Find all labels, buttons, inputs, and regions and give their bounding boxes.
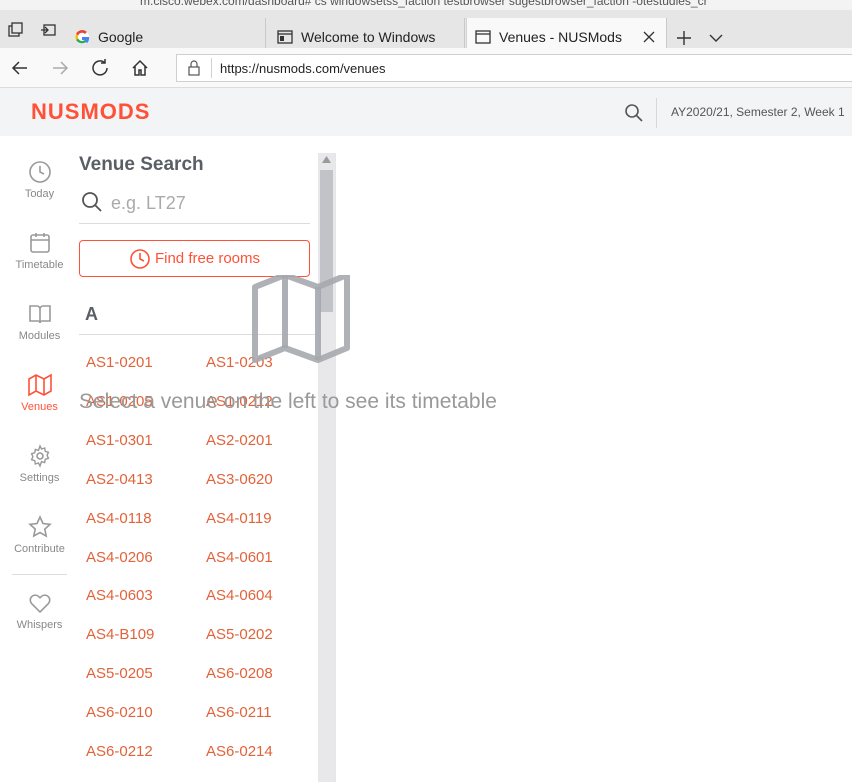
window-top-strip: m.cisco.webex.com/dashboard# cs windowse…	[0, 0, 852, 10]
url-text[interactable]: https://nusmods.com/venues	[220, 61, 385, 76]
venue-search-input[interactable]	[111, 190, 301, 216]
venue-link[interactable]: AS6-0210	[86, 704, 153, 721]
tab-label: Welcome to Windows	[301, 29, 436, 45]
nav-item-whispers[interactable]: Whispers	[0, 591, 79, 631]
calendar-icon	[29, 233, 50, 253]
venue-link[interactable]: AS4-0119	[206, 510, 272, 527]
close-icon[interactable]	[642, 30, 656, 44]
nav-item-contribute[interactable]: Contribute	[0, 515, 79, 555]
site-header: NUSMODS AY2020/21, Semester 2, Week 1	[0, 88, 852, 136]
url-box[interactable]: https://nusmods.com/venues	[176, 54, 852, 82]
refresh-icon[interactable]	[90, 58, 110, 78]
venue-group-letter: A	[85, 304, 98, 324]
search-icon[interactable]	[624, 103, 644, 123]
clock-icon	[28, 161, 51, 183]
tab-actions-icon[interactable]	[8, 22, 24, 38]
header-divider	[656, 98, 657, 128]
nav-label: Modules	[18, 330, 61, 342]
map-icon	[27, 373, 52, 397]
window-icon	[475, 30, 491, 44]
chevron-down-icon[interactable]	[708, 30, 724, 46]
search-icon	[82, 192, 102, 212]
venue-link[interactable]: AS6-0208	[206, 665, 273, 682]
nusmods-logo[interactable]: NUSMODS	[31, 99, 150, 125]
set-aside-tabs-icon[interactable]	[40, 22, 56, 38]
nav-label: Venues	[21, 401, 58, 413]
venue-link[interactable]: AS4-0601	[206, 549, 273, 566]
nav-item-settings[interactable]: Settings	[0, 444, 79, 484]
nav-label: Whispers	[16, 619, 63, 631]
nav-label: Settings	[19, 472, 60, 484]
window-icon	[277, 30, 293, 44]
venue-link[interactable]: AS4-0118	[86, 510, 152, 527]
empty-state-message: Select a venue on the left to see its ti…	[79, 390, 497, 413]
nav-label: Today	[24, 188, 55, 200]
venue-link[interactable]: AS5-0205	[86, 665, 153, 682]
forward-icon[interactable]	[50, 58, 70, 78]
semester-info: AY2020/21, Semester 2, Week 1	[671, 105, 845, 119]
find-free-rooms-button[interactable]: Find free rooms	[79, 240, 310, 277]
panel-divider	[335, 153, 336, 782]
map-icon	[252, 275, 350, 363]
venue-link[interactable]: AS4-0603	[86, 587, 153, 604]
tab-label: Google	[98, 29, 144, 45]
venue-link[interactable]: AS5-0202	[206, 626, 273, 643]
venue-search-panel: Venue Search Find free rooms A AS1-0201 …	[79, 136, 319, 782]
venue-link[interactable]: AS4-B109	[86, 626, 154, 643]
nav-divider	[12, 574, 67, 575]
venue-search-box	[79, 188, 310, 224]
book-icon	[28, 305, 51, 324]
nav-item-today[interactable]: Today	[0, 160, 79, 200]
venue-link[interactable]: AS2-0413	[86, 471, 153, 488]
star-icon	[27, 515, 52, 538]
venue-link[interactable]: AS6-0211	[206, 704, 272, 721]
venue-link[interactable]: AS1-0201	[86, 354, 153, 371]
lock-icon	[188, 60, 200, 76]
new-tab-icon[interactable]	[676, 30, 692, 46]
heart-icon	[28, 594, 51, 614]
nav-item-venues[interactable]: Venues	[0, 373, 79, 413]
venue-link[interactable]: AS2-0201	[206, 432, 273, 449]
venue-link[interactable]: AS6-0214	[206, 743, 273, 760]
venue-link[interactable]: AS1-0301	[86, 432, 153, 449]
clock-icon	[130, 248, 150, 269]
nav-item-modules[interactable]: Modules	[0, 302, 79, 342]
nav-label: Contribute	[14, 543, 65, 555]
google-icon	[75, 30, 90, 44]
venue-link[interactable]: AS4-0206	[86, 549, 153, 566]
tab-bar: Google Welcome to Windows Venues - NUSMo…	[0, 10, 852, 56]
side-navigation: Today Timetable Modules Venues Settings …	[0, 136, 79, 782]
gear-icon	[30, 444, 49, 468]
venue-search-title: Venue Search	[79, 154, 204, 175]
address-bar: https://nusmods.com/venues	[0, 48, 852, 88]
scroll-up-icon[interactable]	[322, 156, 331, 163]
find-free-rooms-label: Find free rooms	[154, 250, 261, 267]
back-icon[interactable]	[10, 58, 30, 78]
venue-list-scrollbar[interactable]	[318, 153, 335, 782]
venue-link[interactable]: AS3-0620	[206, 471, 273, 488]
venue-link[interactable]: AS4-0604	[206, 587, 273, 604]
venue-link[interactable]: AS6-0212	[86, 743, 153, 760]
nav-item-timetable[interactable]: Timetable	[0, 231, 79, 271]
url-separator	[211, 58, 212, 78]
tab-label: Venues - NUSMods	[499, 29, 622, 45]
nav-label: Timetable	[15, 259, 64, 271]
home-icon[interactable]	[130, 58, 150, 78]
top-url-fragment: m.cisco.webex.com/dashboard# cs windowse…	[140, 0, 708, 8]
